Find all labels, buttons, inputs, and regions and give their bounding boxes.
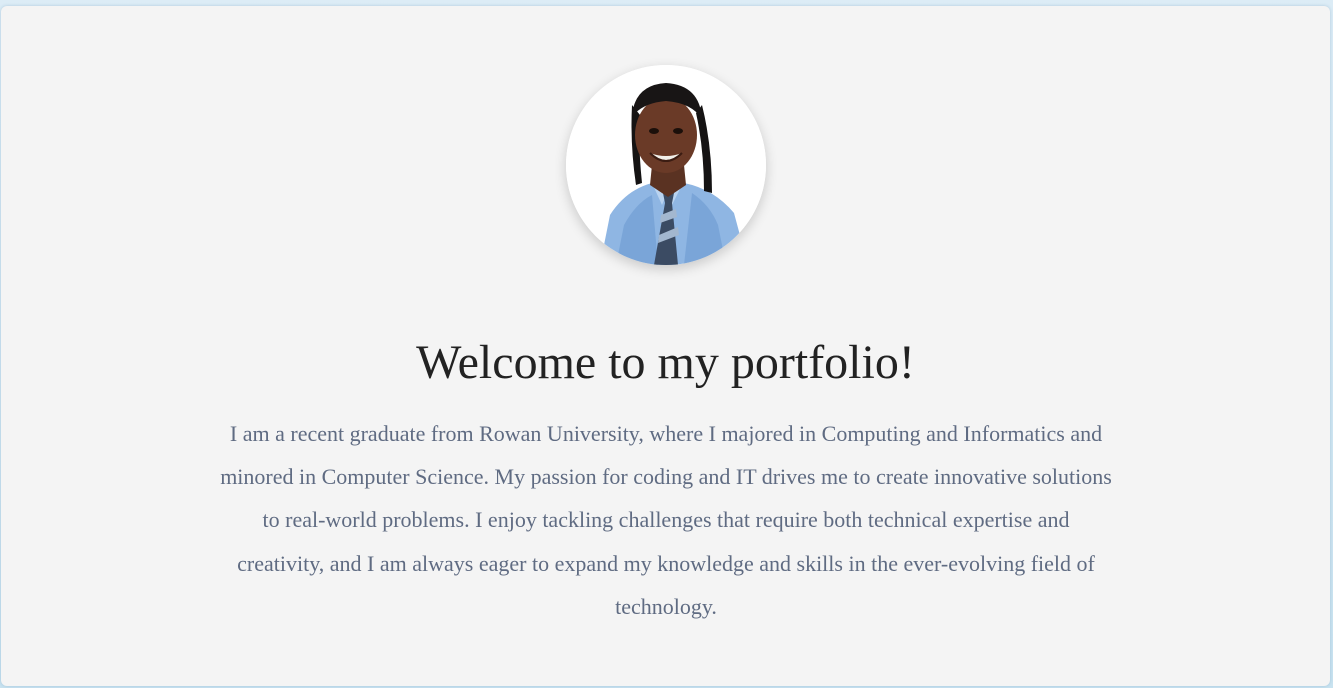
portrait-photo-icon [566,65,766,265]
page-title: Welcome to my portfolio! [416,336,915,389]
portfolio-card: Welcome to my portfolio! I am a recent g… [1,6,1330,686]
profile-photo [566,65,766,265]
bio-paragraph: I am a recent graduate from Rowan Univer… [220,421,1112,619]
